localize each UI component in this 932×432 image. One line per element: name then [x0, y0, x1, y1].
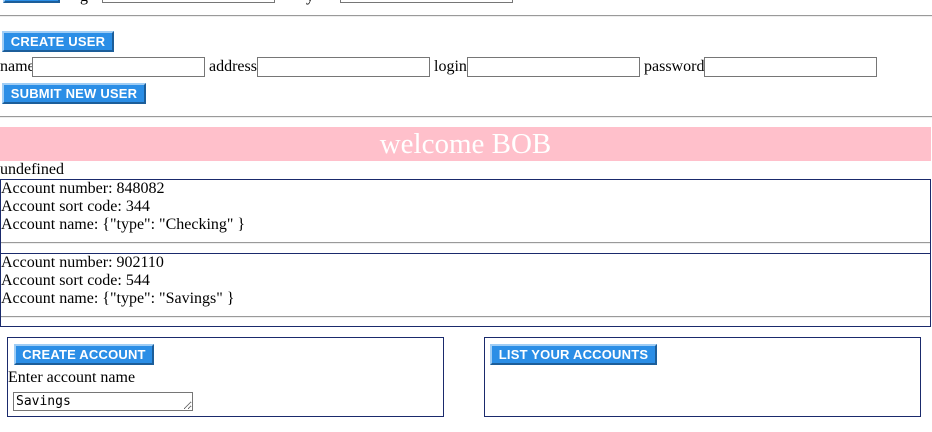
account-number: Account number: 848082: [1, 180, 165, 197]
name-input[interactable]: [32, 57, 205, 77]
password-label: password: [644, 58, 705, 75]
top-partial-label-2: y: [306, 0, 314, 6]
top-partial-input-2[interactable]: [340, 0, 513, 3]
status-text: undefined: [0, 161, 64, 178]
address-input[interactable]: [257, 57, 430, 77]
account-sort-code: Account sort code: 344: [1, 198, 150, 215]
account-number: Account number: 902110: [1, 254, 164, 271]
create-account-button[interactable]: CREATE ACCOUNT: [14, 344, 154, 365]
account-card: Account number: 848082 Account sort code…: [0, 179, 931, 254]
password-input[interactable]: [704, 57, 877, 77]
create-account-panel: CREATE ACCOUNT Enter account name: [7, 337, 444, 417]
welcome-heading: welcome BOB: [379, 128, 552, 160]
login-label: login: [434, 58, 467, 75]
top-partial-input-1[interactable]: [102, 0, 275, 3]
list-accounts-panel: LIST YOUR ACCOUNTS: [484, 337, 921, 417]
account-sort-code: Account sort code: 544: [1, 272, 150, 289]
create-user-button[interactable]: CREATE USER: [2, 31, 114, 52]
account-name-input[interactable]: [13, 392, 193, 411]
account-name: Account name: {"type": "Checking" }: [1, 216, 246, 233]
account-divider: [1, 242, 930, 244]
welcome-banner: welcome BOB: [0, 127, 931, 161]
divider-middle: [0, 116, 932, 118]
top-partial-button[interactable]: [3, 0, 60, 3]
list-accounts-button[interactable]: LIST YOUR ACCOUNTS: [490, 344, 657, 365]
account-divider: [1, 316, 930, 318]
login-input[interactable]: [467, 57, 640, 77]
address-label: address: [209, 58, 257, 75]
divider-top: [0, 15, 932, 17]
account-name: Account name: {"type": "Savings" }: [1, 290, 235, 307]
account-card: Account number: 902110 Account sort code…: [0, 253, 931, 327]
account-name-prompt: Enter account name: [8, 369, 136, 386]
top-partial-label: g: [80, 0, 88, 6]
submit-new-user-button[interactable]: SUBMIT NEW USER: [2, 83, 146, 104]
name-label: name: [0, 58, 35, 75]
